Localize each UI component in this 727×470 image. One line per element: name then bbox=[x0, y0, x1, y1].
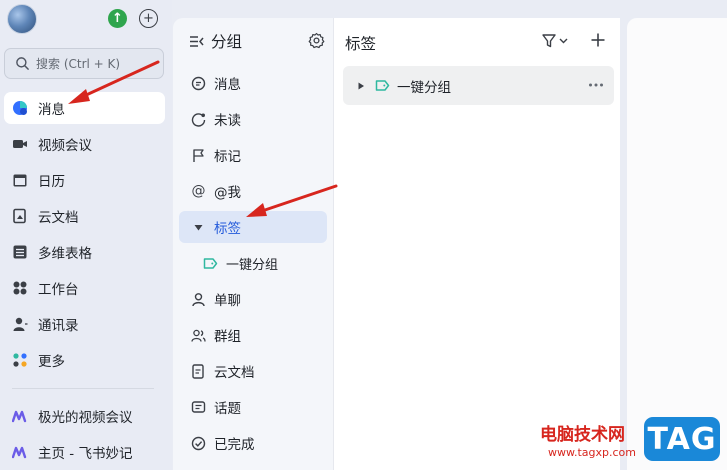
nav-item-workplace[interactable]: 工作台 bbox=[4, 272, 165, 304]
nav-label: 工作台 bbox=[38, 282, 79, 298]
app-window: ↑ + 搜索 (Ctrl + K) 消息 视频会议 日历 云文档 多维表格 工作… bbox=[0, 0, 727, 470]
caret-down-icon bbox=[191, 220, 206, 235]
group-item-label: 话题 bbox=[214, 401, 241, 417]
message-icon bbox=[191, 76, 206, 91]
more-options-icon[interactable] bbox=[588, 78, 604, 92]
search-icon bbox=[16, 57, 29, 70]
group-item-label: 标记 bbox=[214, 149, 241, 165]
minutes-logo-icon bbox=[12, 408, 28, 424]
group-item-messages[interactable]: 消息 bbox=[179, 67, 327, 99]
minutes-logo-icon bbox=[12, 444, 28, 460]
document-icon bbox=[191, 363, 206, 379]
nav-item-video-meeting[interactable]: 视频会议 bbox=[4, 128, 165, 160]
nav-label: 多维表格 bbox=[38, 246, 92, 262]
group-item-direct-chats[interactable]: 单聊 bbox=[179, 283, 327, 315]
nav-label: 主页 - 飞书妙记 bbox=[38, 446, 133, 462]
nav-label: 消息 bbox=[38, 102, 65, 118]
nav-item-messages[interactable]: 消息 bbox=[4, 92, 165, 124]
search-placeholder: 搜索 (Ctrl + K) bbox=[36, 57, 121, 71]
search-input[interactable]: 搜索 (Ctrl + K) bbox=[4, 48, 164, 79]
group-item-label: 一键分组 bbox=[226, 257, 279, 273]
nav-item-pinned-meeting[interactable]: 极光的视频会议 bbox=[4, 400, 165, 432]
video-camera-icon bbox=[12, 136, 28, 152]
group-item-groups[interactable]: 群组 bbox=[179, 319, 327, 351]
tag-icon bbox=[375, 80, 390, 91]
main-nav: 消息 视频会议 日历 云文档 多维表格 工作台 通讯录 更多 bbox=[4, 92, 165, 380]
left-sidebar: ↑ + 搜索 (Ctrl + K) 消息 视频会议 日历 云文档 多维表格 工作… bbox=[0, 0, 172, 470]
group-item-topics[interactable]: 话题 bbox=[179, 391, 327, 423]
filter-icon[interactable] bbox=[541, 33, 569, 49]
expand-caret-icon[interactable] bbox=[357, 82, 365, 90]
group-people-icon bbox=[191, 328, 206, 343]
watermark-url: www.tagxp.com bbox=[548, 446, 636, 459]
group-item-label: 标签 bbox=[214, 221, 241, 237]
content-title: 标签 bbox=[345, 35, 377, 53]
nav-label: 云文档 bbox=[38, 210, 79, 226]
gear-icon[interactable] bbox=[308, 32, 325, 49]
contacts-icon bbox=[12, 316, 28, 332]
tag-group-label: 一键分组 bbox=[397, 79, 451, 96]
group-list: 消息 未读 标记 @ @我 标签 一键分组 单聊 群组 云文档 话题 已完成 bbox=[179, 67, 327, 463]
person-icon bbox=[191, 292, 206, 307]
cloud-doc-icon bbox=[12, 208, 28, 224]
upgrade-arrow-icon[interactable]: ↑ bbox=[108, 9, 127, 28]
group-item-tags[interactable]: 标签 bbox=[179, 211, 327, 243]
group-item-one-click-group[interactable]: 一键分组 bbox=[179, 247, 327, 279]
at-sign-icon: @ bbox=[191, 183, 206, 199]
flag-icon bbox=[191, 148, 206, 163]
nav-label: 通讯录 bbox=[38, 318, 79, 334]
nav-item-contacts[interactable]: 通讯录 bbox=[4, 308, 165, 340]
nav-label: 更多 bbox=[38, 354, 65, 370]
group-item-flagged[interactable]: 标记 bbox=[179, 139, 327, 171]
tag-group-row[interactable]: 一键分组 bbox=[343, 66, 614, 105]
group-item-label: 已完成 bbox=[214, 437, 255, 453]
more-apps-icon bbox=[12, 352, 28, 368]
chat-bubble-icon bbox=[12, 100, 28, 116]
unread-icon bbox=[191, 112, 206, 127]
group-item-cloud-docs[interactable]: 云文档 bbox=[179, 355, 327, 387]
check-circle-icon bbox=[191, 436, 206, 451]
group-item-mentions[interactable]: @ @我 bbox=[179, 175, 327, 207]
avatar[interactable] bbox=[7, 4, 37, 34]
nav-item-more[interactable]: 更多 bbox=[4, 344, 165, 376]
detail-pane bbox=[627, 18, 727, 470]
group-panel-header: 分组 bbox=[189, 30, 325, 52]
nav-item-calendar[interactable]: 日历 bbox=[4, 164, 165, 196]
group-item-label: 群组 bbox=[214, 329, 241, 345]
group-item-label: 未读 bbox=[214, 113, 241, 129]
group-item-unread[interactable]: 未读 bbox=[179, 103, 327, 135]
nav-label: 日历 bbox=[38, 174, 65, 190]
apps-grid-icon bbox=[12, 280, 28, 296]
watermark-logo: TAG bbox=[644, 417, 720, 461]
group-panel: 分组 消息 未读 标记 @ @我 标签 一键分组 单聊 群组 云文档 话题 已完… bbox=[173, 18, 333, 470]
group-item-label: 单聊 bbox=[214, 293, 241, 309]
group-item-label: 消息 bbox=[214, 77, 241, 93]
table-grid-icon bbox=[12, 244, 28, 260]
nav-label: 极光的视频会议 bbox=[38, 410, 133, 426]
collapse-panel-icon[interactable] bbox=[189, 34, 204, 49]
group-item-label: @我 bbox=[214, 185, 241, 201]
nav-item-pinned-minutes[interactable]: 主页 - 飞书妙记 bbox=[4, 436, 165, 468]
group-item-done[interactable]: 已完成 bbox=[179, 427, 327, 459]
nav-item-cloud-docs[interactable]: 云文档 bbox=[4, 200, 165, 232]
topic-icon bbox=[191, 400, 206, 415]
nav-label: 视频会议 bbox=[38, 138, 92, 154]
tag-icon bbox=[203, 256, 218, 271]
group-item-label: 云文档 bbox=[214, 365, 255, 381]
pinned-apps: 极光的视频会议 主页 - 飞书妙记 bbox=[4, 400, 165, 470]
sidebar-divider bbox=[12, 388, 154, 389]
add-icon[interactable] bbox=[590, 32, 606, 48]
nav-item-bitable[interactable]: 多维表格 bbox=[4, 236, 165, 268]
calendar-icon bbox=[12, 172, 28, 188]
group-panel-title: 分组 bbox=[211, 33, 243, 51]
tags-content-panel: 标签 一键分组 bbox=[333, 18, 620, 470]
add-circle-icon[interactable]: + bbox=[139, 9, 158, 28]
watermark-site-name: 电脑技术网 bbox=[540, 425, 625, 445]
